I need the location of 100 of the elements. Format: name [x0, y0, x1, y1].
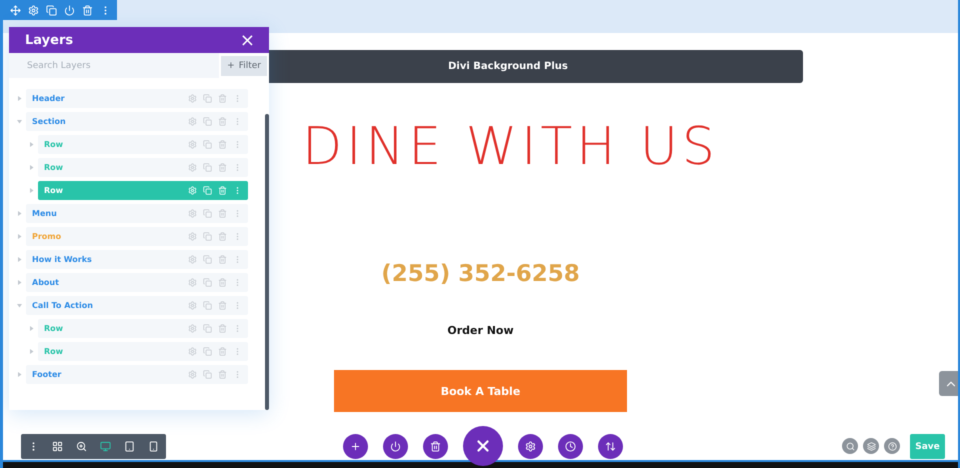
- caret-right-icon[interactable]: [29, 142, 34, 147]
- search-button[interactable]: [842, 438, 858, 454]
- phone-number: (255) 352-6258: [381, 261, 580, 287]
- settings-icon[interactable]: [188, 301, 197, 310]
- delete-icon[interactable]: [218, 117, 227, 126]
- plus-button[interactable]: [343, 434, 368, 458]
- desktop-icon[interactable]: [100, 441, 112, 452]
- settings-icon[interactable]: [188, 324, 197, 333]
- close-button[interactable]: [463, 426, 503, 466]
- layer-item[interactable]: Section: [26, 112, 248, 131]
- search-field[interactable]: Search Layers: [9, 53, 220, 78]
- delete-icon[interactable]: [218, 140, 227, 149]
- duplicate-icon[interactable]: [203, 117, 212, 126]
- delete-icon[interactable]: [218, 278, 227, 287]
- zoom-icon[interactable]: [76, 441, 87, 452]
- duplicate-icon[interactable]: [203, 347, 212, 356]
- up-down-arrows-icon: [605, 440, 616, 452]
- duplicate-icon[interactable]: [203, 94, 212, 103]
- duplicate-icon[interactable]: [203, 163, 212, 172]
- delete-icon[interactable]: [218, 301, 227, 310]
- layer-name: Header: [32, 94, 65, 103]
- layer-item[interactable]: Footer: [26, 365, 248, 384]
- delete-icon[interactable]: [218, 370, 227, 379]
- settings-icon[interactable]: [188, 140, 197, 149]
- duplicate-icon[interactable]: [203, 324, 212, 333]
- layer-name: Footer: [32, 370, 62, 379]
- layers-button[interactable]: [863, 438, 879, 454]
- layer-name: Call To Action: [32, 301, 93, 310]
- caret-right-icon[interactable]: [29, 326, 34, 331]
- layer-item[interactable]: Menu: [26, 204, 248, 223]
- layer-item[interactable]: Promo: [26, 227, 248, 246]
- layer-item[interactable]: Row: [38, 319, 248, 338]
- caret-right-icon[interactable]: [17, 234, 22, 239]
- duplicate-icon[interactable]: [203, 255, 212, 264]
- grid-icon[interactable]: [52, 441, 63, 452]
- duplicate-icon[interactable]: [203, 301, 212, 310]
- settings-icon: [525, 440, 536, 452]
- layers-icon: [866, 442, 876, 450]
- close-button[interactable]: ×: [240, 30, 255, 50]
- layer-item[interactable]: Row: [38, 158, 248, 177]
- settings-icon[interactable]: [188, 163, 197, 172]
- caret-right-icon[interactable]: [29, 188, 34, 193]
- layer-item[interactable]: Row: [38, 342, 248, 361]
- settings-icon[interactable]: [188, 117, 197, 126]
- caret-right-icon[interactable]: [29, 349, 34, 354]
- tablet-icon[interactable]: [124, 441, 136, 452]
- clock-button[interactable]: [558, 434, 583, 458]
- help-button[interactable]: [884, 438, 900, 454]
- duplicate-icon[interactable]: [203, 278, 212, 287]
- delete-icon[interactable]: [218, 255, 227, 264]
- order-link[interactable]: Order Now: [447, 324, 514, 337]
- settings-icon[interactable]: [188, 278, 197, 287]
- layer-item[interactable]: Row: [38, 181, 248, 200]
- settings-icon[interactable]: [188, 370, 197, 379]
- duplicate-icon[interactable]: [203, 232, 212, 241]
- duplicate-icon[interactable]: [203, 140, 212, 149]
- delete-button[interactable]: [423, 434, 448, 458]
- scrollbar[interactable]: [265, 114, 269, 410]
- delete-icon[interactable]: [218, 324, 227, 333]
- caret-down-icon[interactable]: [17, 303, 22, 308]
- heading: DINE WITH US: [302, 117, 719, 177]
- settings-button[interactable]: [518, 434, 543, 458]
- layer-name: Section: [32, 117, 66, 126]
- scroll-top-button[interactable]: [939, 371, 958, 396]
- layer-item[interactable]: Row: [38, 135, 248, 154]
- settings-icon[interactable]: [188, 347, 197, 356]
- settings-icon[interactable]: [188, 232, 197, 241]
- power-icon: [390, 440, 401, 452]
- caret-right-icon[interactable]: [17, 372, 22, 377]
- layer-name: Promo: [32, 232, 62, 241]
- caret-right-icon[interactable]: [17, 257, 22, 262]
- caret-right-icon[interactable]: [17, 96, 22, 101]
- duplicate-icon[interactable]: [203, 209, 212, 218]
- settings-icon[interactable]: [188, 209, 197, 218]
- layer-name: About: [32, 278, 59, 287]
- settings-icon[interactable]: [188, 255, 197, 264]
- up-down-arrows-button[interactable]: [598, 434, 623, 458]
- phone-icon[interactable]: [148, 441, 160, 452]
- layer-item[interactable]: Call To Action: [26, 296, 248, 315]
- caret-right-icon[interactable]: [17, 280, 22, 285]
- settings-icon[interactable]: [188, 94, 197, 103]
- power-button[interactable]: [383, 434, 408, 458]
- save-button[interactable]: Save: [910, 434, 945, 459]
- layer-item[interactable]: About: [26, 273, 248, 292]
- delete-icon[interactable]: [218, 94, 227, 103]
- caret-right-icon[interactable]: [29, 165, 34, 170]
- duplicate-icon[interactable]: [203, 186, 212, 195]
- layer-name: Row: [44, 186, 64, 195]
- layer-item[interactable]: Header: [26, 89, 248, 108]
- delete-icon[interactable]: [218, 347, 227, 356]
- caret-right-icon[interactable]: [17, 211, 22, 216]
- caret-down-icon[interactable]: [17, 119, 22, 124]
- duplicate-icon[interactable]: [203, 370, 212, 379]
- delete-icon[interactable]: [218, 209, 227, 218]
- delete-icon[interactable]: [218, 163, 227, 172]
- layer-item[interactable]: How it Works: [26, 250, 248, 269]
- filter-button[interactable]: + Filter: [221, 56, 267, 76]
- book-table-button[interactable]: Book A Table: [334, 370, 627, 412]
- delete-icon[interactable]: [218, 232, 227, 241]
- layer-name: Row: [44, 324, 64, 333]
